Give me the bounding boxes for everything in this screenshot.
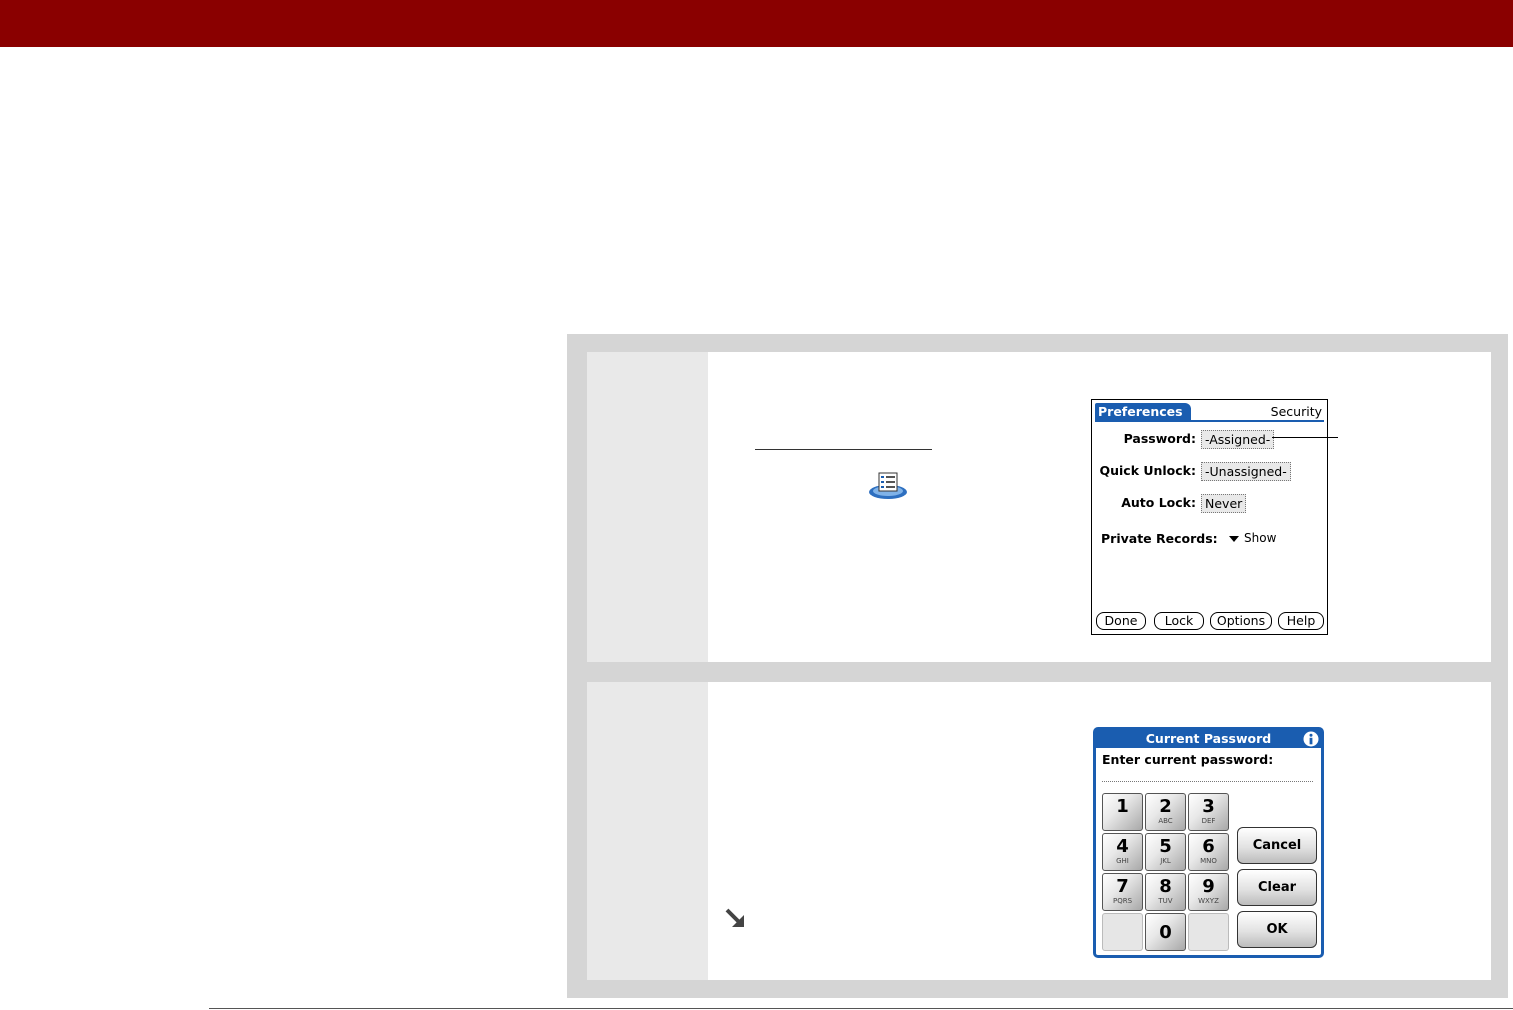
key-letters: WXYZ [1198,897,1219,905]
private-records-label: Private Records: [1101,531,1218,546]
dialog-title: Current Password [1096,730,1321,748]
key-4[interactable]: 4 GHI [1102,833,1143,871]
options-button[interactable]: Options [1210,612,1272,630]
quick-unlock-label: Quick Unlock: [1099,463,1196,478]
lock-button[interactable]: Lock [1154,612,1204,630]
arrow-icon [725,908,744,927]
key-letters: DEF [1201,817,1216,825]
key-digit: 6 [1202,836,1215,857]
key-letters: GHI [1116,857,1129,865]
key-digit: 8 [1159,876,1172,897]
info-icon[interactable] [1303,731,1319,747]
key-0[interactable]: 0 [1145,913,1186,951]
key-5[interactable]: 5 JKL [1145,833,1186,871]
step-2 [587,682,1491,980]
header-band [0,0,1513,47]
link-underline[interactable] [755,449,932,450]
dropdown-triangle-icon[interactable] [1229,536,1239,542]
key-6[interactable]: 6 MNO [1188,833,1229,871]
dialog-title-text: Current Password [1145,731,1272,746]
blank-key-right [1188,913,1229,951]
key-digit: 0 [1159,922,1172,943]
private-records-value[interactable]: Show [1244,531,1276,545]
help-button[interactable]: Help [1278,612,1324,630]
footer-rule [209,1008,1513,1009]
password-selector[interactable]: -Assigned- [1201,430,1275,449]
key-digit: 5 [1159,836,1172,857]
preferences-app-icon [869,472,907,499]
auto-lock-selector[interactable]: Never [1201,494,1247,513]
key-letters: PQRS [1112,897,1133,905]
key-3[interactable]: 3 DEF [1188,793,1229,831]
key-letters: MNO [1200,857,1217,865]
password-label: Password: [1123,431,1196,446]
step-1 [587,352,1491,662]
auto-lock-label: Auto Lock: [1121,495,1196,510]
current-password-dialog: Current Password Enter current password:… [1093,727,1324,958]
callout-line [1272,437,1338,438]
blank-key-left [1102,913,1143,951]
key-letters: ABC [1158,817,1173,825]
security-preferences-screen: Preferences Security Password: -Assigned… [1091,399,1328,635]
password-field[interactable] [1102,781,1313,782]
screen-title[interactable]: Preferences [1095,403,1191,420]
key-7[interactable]: 7 PQRS [1102,873,1143,911]
key-9[interactable]: 9 WXYZ [1188,873,1229,911]
key-letters: JKL [1160,857,1171,865]
title-underline [1095,420,1324,422]
key-digit: 2 [1159,796,1172,817]
cancel-button[interactable]: Cancel [1237,827,1317,864]
key-digit: 4 [1116,836,1129,857]
key-8[interactable]: 8 TUV [1145,873,1186,911]
key-letters: TUV [1158,897,1173,905]
clear-button[interactable]: Clear [1237,869,1317,906]
key-digit: 3 [1202,796,1215,817]
password-prompt: Enter current password: [1102,752,1274,767]
key-digit: 1 [1116,796,1129,817]
key-digit: 7 [1116,876,1129,897]
key-1[interactable]: 1 [1102,793,1143,831]
ok-button[interactable]: OK [1237,911,1317,948]
done-button[interactable]: Done [1096,612,1146,630]
step-2-number-column [587,682,708,980]
key-digit: 9 [1202,876,1215,897]
quick-unlock-selector[interactable]: -Unassigned- [1201,462,1291,481]
step-1-number-column [587,352,708,662]
panel-name[interactable]: Security [1271,403,1322,420]
key-2[interactable]: 2 ABC [1145,793,1186,831]
